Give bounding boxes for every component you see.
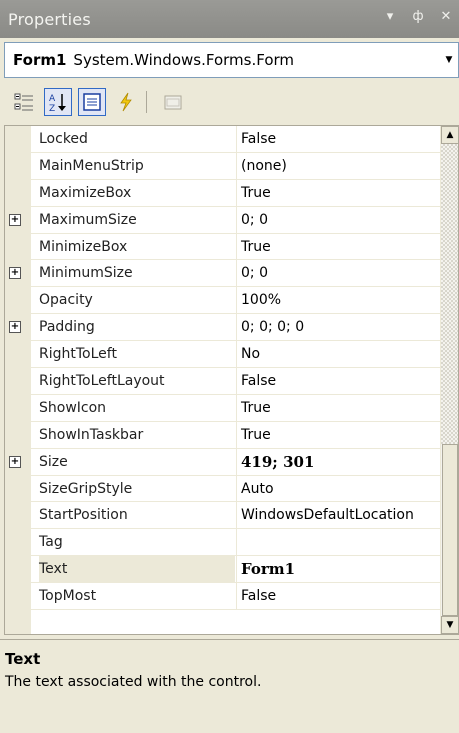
property-row[interactable]: MainMenuStrip (none) [5,152,442,180]
property-value[interactable]: True [236,179,442,206]
property-row[interactable]: RightToLeft No [5,341,442,369]
description-pane: Text The text associated with the contro… [0,639,459,733]
property-name: Padding [39,319,95,336]
property-row[interactable]: + MinimumSize 0; 0 [5,260,442,288]
property-row[interactable]: + MaximumSize 0; 0 [5,206,442,234]
property-row[interactable]: MinimizeBox True [5,233,442,261]
property-row[interactable]: Text Form1 [5,556,442,584]
property-value[interactable]: (none) [236,152,442,179]
property-name: Text [39,556,235,583]
close-icon[interactable]: ✕ [439,9,453,24]
property-value[interactable]: True [236,233,442,260]
property-name: MinimizeBox [39,238,128,255]
property-name: ShowIcon [39,399,107,416]
property-value[interactable]: 419; 301 [236,448,442,475]
properties-button[interactable] [78,88,106,116]
categorized-icon [14,93,33,111]
property-name: RightToLeft [39,346,117,363]
alphabetical-icon: A Z [49,94,66,113]
property-value[interactable]: 0; 0; 0; 0 [236,314,442,341]
property-value[interactable]: 0; 0 [236,260,442,287]
property-name: Size [39,453,68,470]
scroll-up-button[interactable]: ▲ [441,126,458,144]
property-name: StartPosition [39,507,128,524]
property-row[interactable]: MaximizeBox True [5,179,442,207]
svg-text:A: A [49,94,56,104]
vertical-scrollbar[interactable]: ▲ ▼ [440,126,458,634]
property-row[interactable]: + Size 419; 301 [5,448,442,476]
property-name: Opacity [39,292,93,309]
property-row[interactable]: SizeGripStyle Auto [5,475,442,503]
window-controls: ▾ ф ✕ [383,9,453,24]
pin-icon[interactable]: ф [411,9,425,24]
property-name: SizeGripStyle [39,480,133,497]
property-name: MinimumSize [39,265,133,282]
property-pages-button[interactable] [159,88,187,116]
scroll-track[interactable] [441,144,458,444]
property-name: MaximizeBox [39,184,132,201]
property-row[interactable]: Tag [5,529,442,557]
scroll-down-button[interactable]: ▼ [441,616,458,634]
alphabetical-button[interactable]: A Z [44,88,72,116]
events-button[interactable] [112,88,140,116]
expand-icon[interactable]: + [9,321,21,334]
property-name: ShowInTaskbar [39,426,144,443]
scroll-thumb[interactable] [442,444,458,616]
property-value[interactable]: False [236,368,442,394]
property-value[interactable]: Form1 [236,556,442,583]
object-name: Form1 [13,51,67,69]
property-row[interactable]: TopMost False [5,583,442,611]
property-grid: Locked False MainMenuStrip (none) MaximizeBo… [4,125,459,635]
title-bar: Properties ▾ ф ✕ [0,0,459,38]
svg-text:Z: Z [49,104,55,113]
property-value[interactable]: 100% [236,287,442,314]
property-value[interactable]: WindowsDefaultLocation [236,502,442,529]
categorized-button[interactable] [10,88,38,116]
expand-icon[interactable]: + [9,455,21,468]
property-value[interactable]: True [236,421,442,448]
events-icon [120,92,132,112]
toolbar-separator [146,91,147,113]
property-row[interactable]: StartPosition WindowsDefaultLocation [5,502,442,530]
dropdown-arrow-icon[interactable]: ▾ [383,9,397,24]
property-name: Tag [39,534,63,551]
property-name: Locked [39,130,88,147]
property-row[interactable]: + Padding 0; 0; 0; 0 [5,314,442,342]
chevron-down-icon[interactable]: ▼ [440,43,458,77]
window-title: Properties [8,9,91,29]
property-value[interactable]: False [236,126,442,152]
property-value[interactable]: Auto [236,475,442,502]
description-title: Text [5,650,41,668]
property-value[interactable]: No [236,341,442,368]
toolbar: A Z [4,82,459,122]
property-row[interactable]: Locked False [5,126,442,153]
property-rows: Locked False MainMenuStrip (none) MaximizeBo… [5,126,442,611]
property-row[interactable]: RightToLeftLayout False [5,368,442,395]
property-row[interactable]: ShowInTaskbar True [5,421,442,449]
property-value[interactable]: True [236,394,442,421]
description-text: The text associated with the control. [5,674,262,690]
property-row[interactable]: Opacity 100% [5,287,442,315]
property-value[interactable]: 0; 0 [236,206,442,233]
property-row[interactable]: ShowIcon True [5,394,442,422]
object-selector[interactable]: Form1 System.Windows.Forms.Form ▼ [4,42,459,78]
property-value[interactable]: False [236,583,442,610]
object-type: System.Windows.Forms.Form [73,51,295,69]
property-pages-icon [164,95,182,110]
property-name: RightToLeftLayout [39,372,165,389]
property-name: MaximumSize [39,211,137,228]
expand-icon[interactable]: + [9,213,21,226]
property-name: TopMost [39,588,97,605]
properties-icon [83,93,101,111]
expand-icon[interactable]: + [9,267,21,280]
property-name: MainMenuStrip [39,157,144,174]
property-value[interactable] [236,529,442,556]
